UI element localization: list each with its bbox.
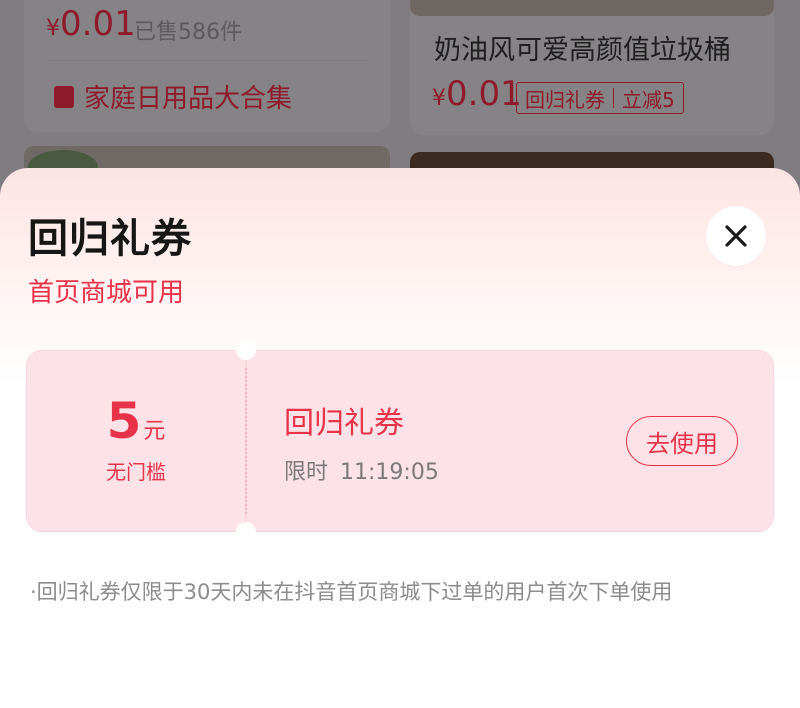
coupon-sheet: 回归礼券 首页商城可用 5元 无门槛 回归礼券 限时 11:19:05 去使用 ·… — [0, 168, 800, 708]
left-price: ¥0.01 — [46, 4, 136, 44]
product-card-right — [410, 0, 774, 135]
coupon-notch-bottom — [236, 522, 256, 542]
countdown-value: 11:19:05 — [340, 460, 439, 485]
divider — [48, 60, 368, 61]
use-coupon-button[interactable]: 去使用 — [626, 416, 738, 466]
product-title: 奶油风可爱高颜值垃圾桶 — [434, 35, 731, 66]
sold-count: 已售586件 — [134, 20, 242, 45]
coupon-card: 5元 无门槛 回归礼券 限时 11:19:05 去使用 — [26, 340, 774, 542]
tag-coupon-label: 回归礼券 — [525, 87, 605, 112]
coupon-name: 回归礼券 — [284, 406, 404, 441]
coupon-condition: 无门槛 — [106, 460, 166, 484]
coupon-countdown: 限时 11:19:05 — [284, 454, 439, 486]
coupon-notch-top — [236, 340, 256, 360]
coupon-tag: 回归礼券 立减5 — [516, 82, 684, 114]
tag-discount-label: 立减5 — [622, 87, 675, 112]
right-price: ¥0.01 — [432, 74, 522, 114]
product-image-right — [410, 0, 774, 16]
sheet-subtitle: 首页商城可用 — [28, 278, 185, 308]
countdown-label: 限时 — [284, 460, 329, 485]
coupon-value: 5 — [106, 392, 142, 450]
coupon-amount: 5元 — [26, 392, 246, 450]
coupon-terms-note: ·回归礼券仅限于30天内未在抖音首页商城下过单的用户首次下单使用 — [30, 580, 673, 604]
category-label: 家庭日用品大合集 — [84, 84, 293, 114]
category-link[interactable]: 家庭日用品大合集 — [54, 78, 292, 115]
close-icon — [725, 225, 747, 247]
close-button[interactable] — [706, 206, 766, 266]
coupon-unit: 元 — [143, 419, 166, 444]
sheet-title: 回归礼券 — [28, 216, 192, 262]
gift-bag-icon — [54, 85, 74, 108]
